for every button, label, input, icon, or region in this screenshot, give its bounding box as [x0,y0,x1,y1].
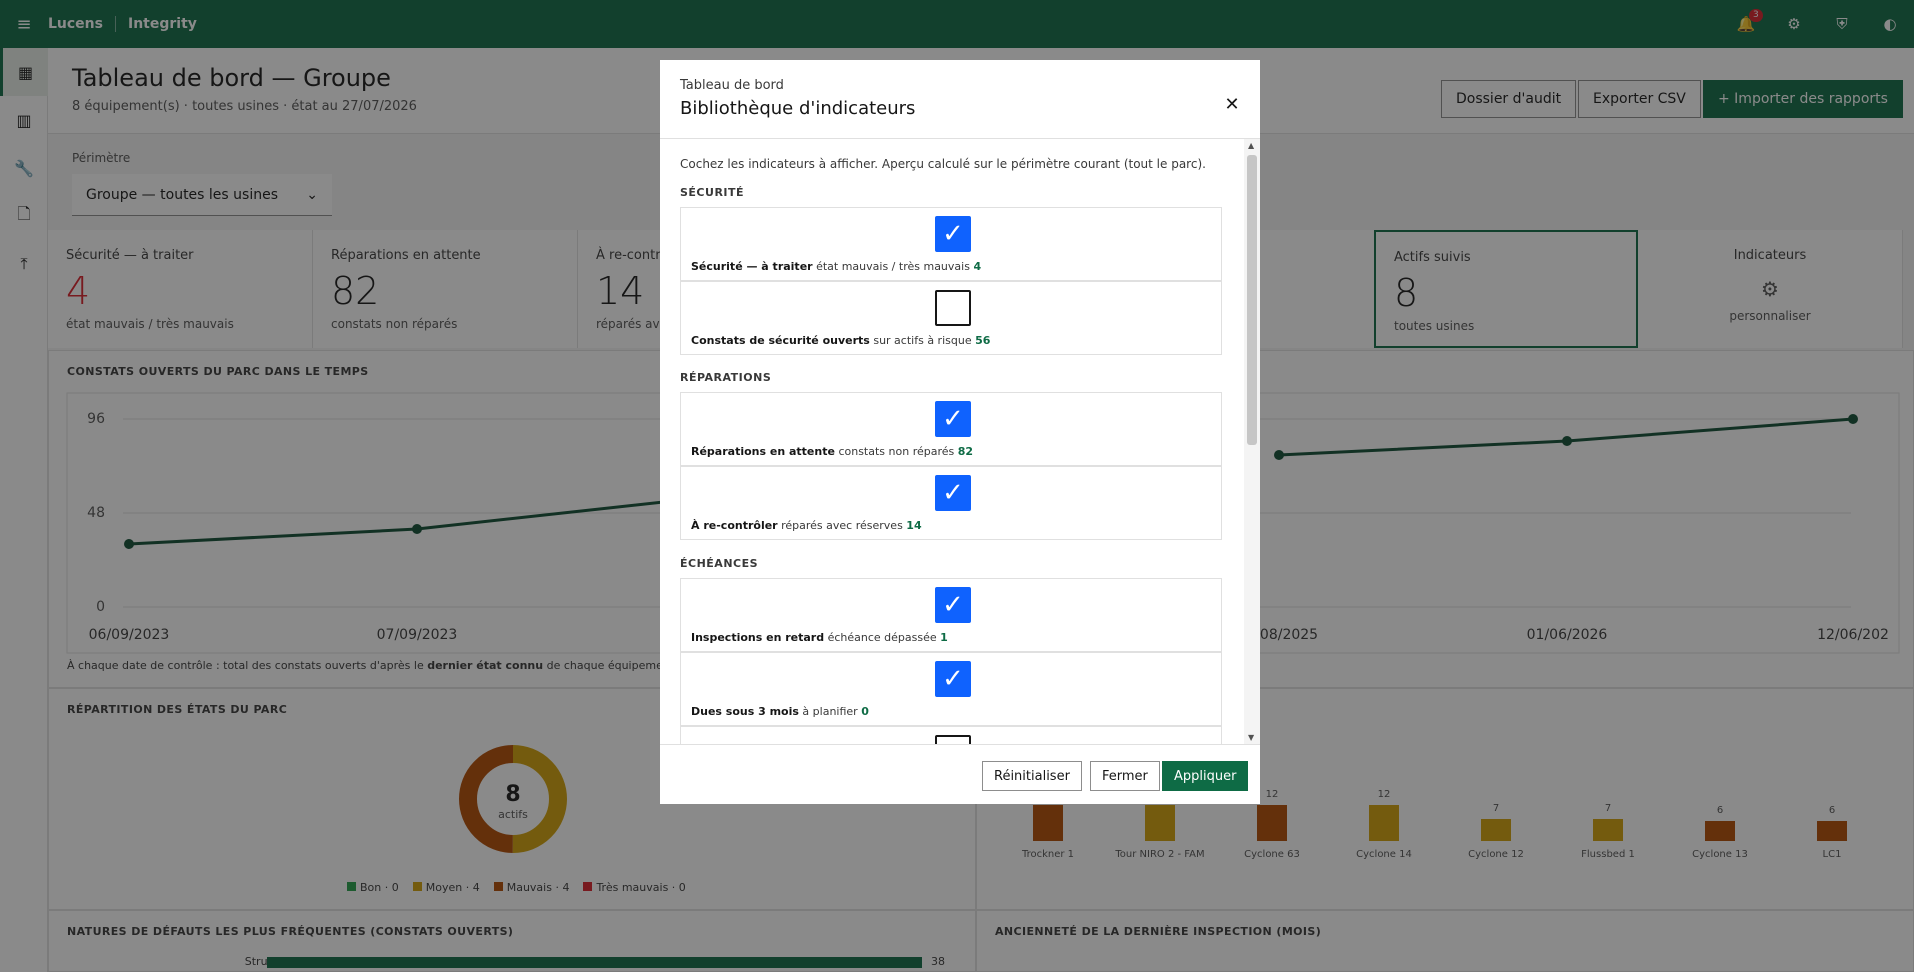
indicator-row-partial[interactable] [680,726,1222,744]
indicator-text: À re-contrôler réparés avec réserves 14 [691,519,922,532]
indicator-text: Inspections en retard échéance dépassée … [691,631,948,644]
checkbox-checked[interactable]: ✓ [935,587,971,623]
indicator-row[interactable]: Constats de sécurité ouverts sur actifs … [680,281,1222,355]
modal-intro: Cochez les indicateurs à afficher. Aperç… [680,157,1206,171]
checkbox-checked[interactable]: ✓ [935,475,971,511]
close-icon[interactable]: ✕ [1216,88,1248,120]
modal-body: Cochez les indicateurs à afficher. Aperç… [660,138,1260,744]
close-button[interactable]: Fermer [1090,761,1160,791]
reset-button[interactable]: Réinitialiser [982,761,1082,791]
checkbox-checked[interactable]: ✓ [935,661,971,697]
group-heading: SÉCURITÉ [680,186,745,199]
modal-footer: Réinitialiser Fermer Appliquer [660,744,1260,804]
apply-button[interactable]: Appliquer [1162,761,1249,791]
indicator-text: Sécurité — à traiter état mauvais / très… [691,260,982,273]
scroll-thumb[interactable] [1247,155,1257,445]
indicator-library-modal: Tableau de bord Bibliothèque d'indicateu… [660,60,1260,804]
indicator-row[interactable]: ✓ Sécurité — à traiter état mauvais / tr… [680,207,1222,281]
group-heading: ÉCHÉANCES [680,557,759,570]
indicator-text: Réparations en attente constats non répa… [691,445,974,458]
scroll-down-icon[interactable]: ▼ [1248,733,1254,742]
checkbox-unchecked[interactable] [935,735,971,744]
scroll-up-icon[interactable]: ▲ [1248,141,1254,150]
indicator-row[interactable]: ✓ Réparations en attente constats non ré… [680,392,1222,466]
modal-scrollbar[interactable]: ▲ ▼ [1244,139,1260,744]
checkbox-checked[interactable]: ✓ [935,401,971,437]
group-heading: RÉPARATIONS [680,371,772,384]
checkbox-checked[interactable]: ✓ [935,216,971,252]
indicator-row[interactable]: ✓ À re-contrôler réparés avec réserves 1… [680,466,1222,540]
indicator-row[interactable]: ✓ Inspections en retard échéance dépassé… [680,578,1222,652]
checkbox-unchecked[interactable] [935,290,971,326]
modal-label: Tableau de bord [680,78,784,93]
modal-title: Bibliothèque d'indicateurs [680,98,916,119]
indicator-text: Dues sous 3 mois à planifier 0 [691,705,869,718]
indicator-text: Constats de sécurité ouverts sur actifs … [691,334,991,347]
indicator-row[interactable]: ✓ Dues sous 3 mois à planifier 0 [680,652,1222,726]
